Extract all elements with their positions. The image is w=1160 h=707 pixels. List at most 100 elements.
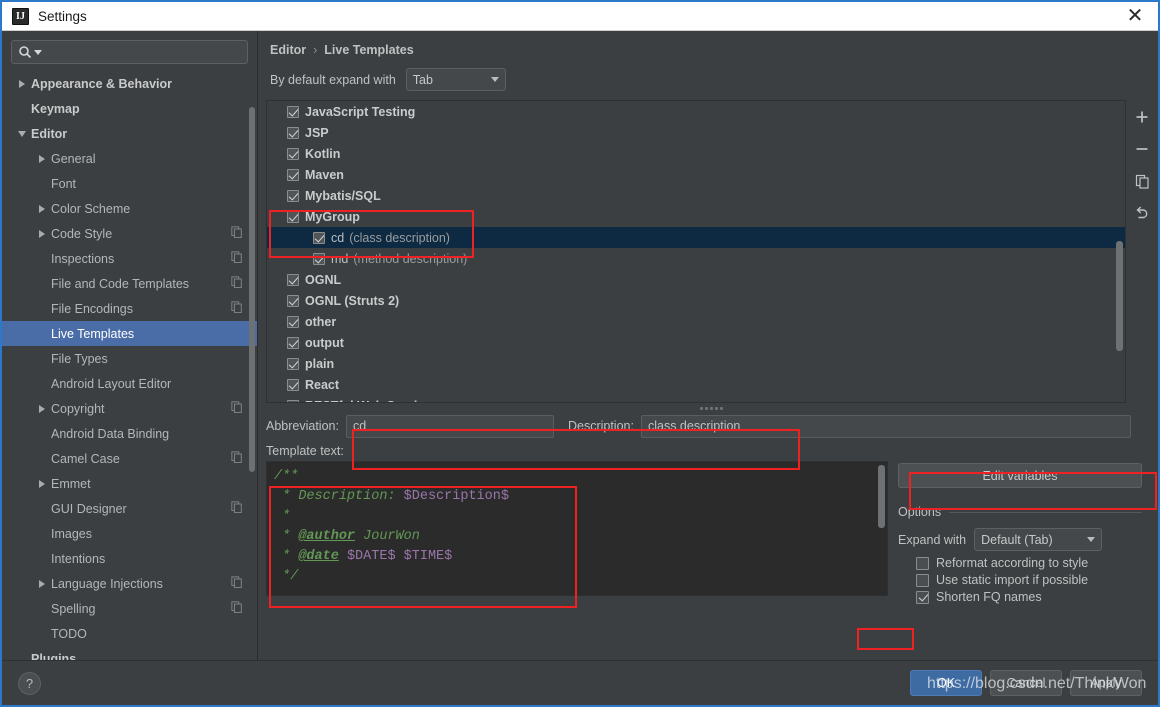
chevron-right-icon[interactable] <box>15 79 28 88</box>
splitter-handle[interactable] <box>266 403 1158 414</box>
sidebar-item-intentions[interactable]: Intentions <box>2 546 257 571</box>
checkbox-indicator[interactable] <box>916 556 929 570</box>
chevron-right-icon[interactable] <box>35 404 48 413</box>
template-row[interactable]: Mybatis/SQL <box>267 185 1125 206</box>
template-row[interactable]: plain <box>267 353 1125 374</box>
sidebar-item-color-scheme[interactable]: Color Scheme <box>2 196 257 221</box>
help-icon[interactable]: ? <box>18 671 41 695</box>
minus-icon[interactable] <box>1131 138 1153 160</box>
template-checkbox[interactable] <box>313 252 325 265</box>
sidebar-item-android-layout-editor[interactable]: Android Layout Editor <box>2 371 257 396</box>
option-checkbox-shorten-fq-names[interactable]: Shorten FQ names <box>916 590 1142 604</box>
chevron-right-icon[interactable] <box>35 204 48 213</box>
template-row[interactable]: OGNL <box>267 269 1125 290</box>
template-checkbox[interactable] <box>287 126 299 139</box>
template-row[interactable]: MyGroup <box>267 206 1125 227</box>
template-checkbox[interactable] <box>287 294 299 307</box>
template-row[interactable]: JavaScript Testing <box>267 101 1125 122</box>
template-checkbox[interactable] <box>287 336 299 349</box>
checkbox-indicator[interactable] <box>916 590 929 604</box>
template-checkbox[interactable] <box>287 189 299 202</box>
template-row[interactable]: OGNL (Struts 2) <box>267 290 1125 311</box>
template-checkbox[interactable] <box>287 315 299 328</box>
chevron-down-icon[interactable] <box>15 130 28 137</box>
sidebar-item-editor[interactable]: Editor <box>2 121 257 146</box>
template-checkbox[interactable] <box>287 210 299 223</box>
close-icon[interactable]: ✕ <box>1118 3 1152 30</box>
sidebar-item-inspections[interactable]: Inspections <box>2 246 257 271</box>
edit-variables-button[interactable]: Edit variables <box>898 463 1142 488</box>
option-checkbox-reformat-according-to-style[interactable]: Reformat according to style <box>916 556 1142 570</box>
template-row[interactable]: JSP <box>267 122 1125 143</box>
copy-icon[interactable] <box>1131 170 1153 192</box>
chevron-right-icon[interactable] <box>35 154 48 163</box>
copy-icon[interactable] <box>231 226 243 241</box>
copy-icon[interactable] <box>231 301 243 316</box>
sidebar-item-android-data-binding[interactable]: Android Data Binding <box>2 421 257 446</box>
sidebar-item-file-types[interactable]: File Types <box>2 346 257 371</box>
chevron-right-icon[interactable] <box>35 479 48 488</box>
apply-button[interactable]: Apply <box>1070 670 1142 696</box>
template-row[interactable]: RESTful Web Services <box>267 395 1125 402</box>
sidebar-item-emmet[interactable]: Emmet <box>2 471 257 496</box>
search-box[interactable] <box>11 40 248 64</box>
sidebar-item-gui-designer[interactable]: GUI Designer <box>2 496 257 521</box>
editor-scrollbar[interactable] <box>878 465 885 528</box>
template-row[interactable]: Kotlin <box>267 143 1125 164</box>
breadcrumb-parent[interactable]: Editor <box>270 43 306 57</box>
template-checkbox[interactable] <box>287 105 299 118</box>
sidebar-item-font[interactable]: Font <box>2 171 257 196</box>
template-row[interactable]: output <box>267 332 1125 353</box>
sidebar-item-code-style[interactable]: Code Style <box>2 221 257 246</box>
template-checkbox[interactable] <box>287 168 299 181</box>
template-checkbox[interactable] <box>313 231 325 244</box>
template-checkbox[interactable] <box>287 357 299 370</box>
revert-icon[interactable] <box>1131 202 1153 224</box>
template-text-editor[interactable]: /** * Description: $Description$ * * @au… <box>266 461 888 596</box>
sidebar-item-appearance-behavior[interactable]: Appearance & Behavior <box>2 71 257 96</box>
copy-icon[interactable] <box>231 501 243 516</box>
abbreviation-input[interactable] <box>345 414 554 438</box>
template-row[interactable]: other <box>267 311 1125 332</box>
copy-icon[interactable] <box>231 576 243 591</box>
template-row[interactable]: cd (class description) <box>267 227 1125 248</box>
sidebar-item-camel-case[interactable]: Camel Case <box>2 446 257 471</box>
sidebar-item-general[interactable]: General <box>2 146 257 171</box>
sidebar-item-todo[interactable]: TODO <box>2 621 257 646</box>
templates-list-scrollbar[interactable] <box>1116 241 1123 351</box>
chevron-right-icon[interactable] <box>35 579 48 588</box>
expand-with-dropdown[interactable]: Default (Tab) <box>974 528 1103 551</box>
template-checkbox[interactable] <box>287 399 299 402</box>
search-input[interactable] <box>42 44 241 60</box>
sidebar-item-images[interactable]: Images <box>2 521 257 546</box>
template-checkbox[interactable] <box>287 378 299 391</box>
copy-icon[interactable] <box>231 251 243 266</box>
checkbox-indicator[interactable] <box>916 573 929 587</box>
sidebar-item-file-encodings[interactable]: File Encodings <box>2 296 257 321</box>
sidebar-item-live-templates[interactable]: Live Templates <box>2 321 257 346</box>
ok-button[interactable]: OK <box>910 670 982 696</box>
sidebar-item-language-injections[interactable]: Language Injections <box>2 571 257 596</box>
template-checkbox[interactable] <box>287 147 299 160</box>
cancel-button[interactable]: Cancel <box>990 670 1062 696</box>
template-checkbox[interactable] <box>287 273 299 286</box>
template-row[interactable]: md (method description) <box>267 248 1125 269</box>
sidebar-scrollbar[interactable] <box>249 107 255 472</box>
chevron-right-icon[interactable] <box>35 229 48 238</box>
copy-icon[interactable] <box>231 276 243 291</box>
default-expand-dropdown[interactable]: Tab <box>405 68 506 91</box>
description-input[interactable] <box>640 414 1131 438</box>
templates-list[interactable]: JavaScript Testing JSP Kotlin Maven Mybatis/… <box>266 100 1126 403</box>
plus-icon[interactable] <box>1131 106 1153 128</box>
template-row[interactable]: Maven <box>267 164 1125 185</box>
sidebar-item-file-and-code-templates[interactable]: File and Code Templates <box>2 271 257 296</box>
sidebar-item-keymap[interactable]: Keymap <box>2 96 257 121</box>
copy-icon[interactable] <box>231 451 243 466</box>
search-dropdown-caret[interactable] <box>34 43 42 61</box>
option-checkbox-use-static-import-if-possible[interactable]: Use static import if possible <box>916 573 1142 587</box>
sidebar-item-copyright[interactable]: Copyright <box>2 396 257 421</box>
sidebar-item-spelling[interactable]: Spelling <box>2 596 257 621</box>
template-row[interactable]: React <box>267 374 1125 395</box>
copy-icon[interactable] <box>231 601 243 616</box>
copy-icon[interactable] <box>231 401 243 416</box>
